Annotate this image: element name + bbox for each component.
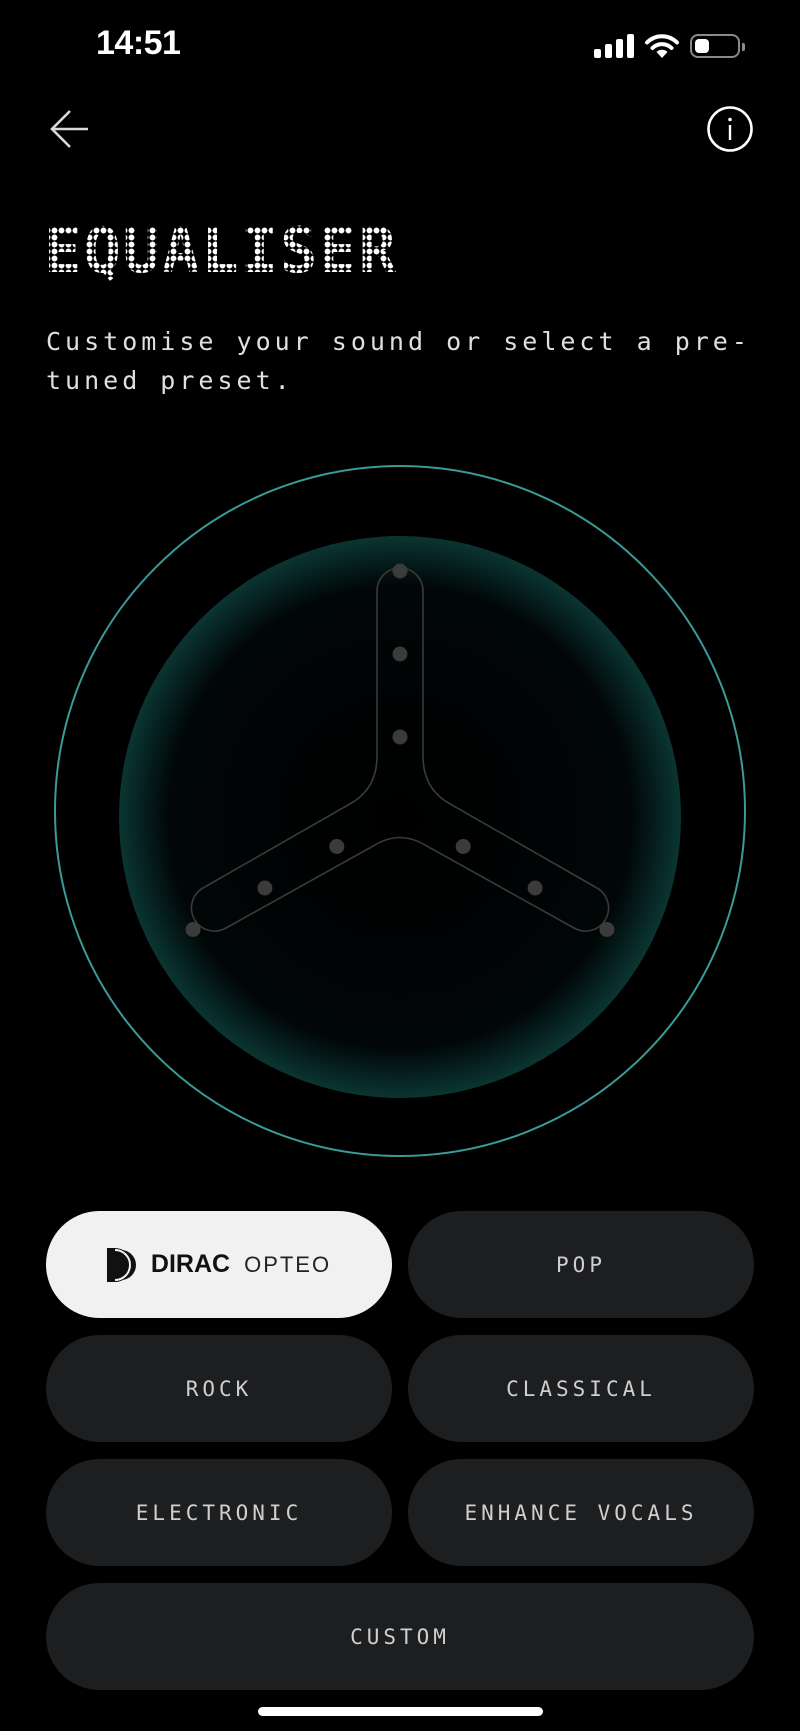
preset-dirac-opteo[interactable]: DIRAC OPTEO bbox=[46, 1211, 392, 1318]
cellular-signal-icon bbox=[594, 34, 634, 58]
dirac-brand: DIRAC bbox=[150, 1250, 231, 1278]
preset-label: ROCK bbox=[185, 1376, 253, 1401]
status-time: 14:51 bbox=[96, 24, 181, 62]
info-icon bbox=[707, 106, 753, 152]
eq-band-left-marker-2[interactable] bbox=[257, 880, 273, 896]
preset-classical[interactable]: CLASSICAL bbox=[408, 1335, 754, 1442]
eq-band-top-marker-2[interactable] bbox=[392, 646, 408, 662]
preset-custom[interactable]: CUSTOM bbox=[46, 1583, 754, 1690]
preset-label: CLASSICAL bbox=[506, 1376, 656, 1401]
preset-label: OPTEO bbox=[244, 1251, 332, 1277]
eq-band-top-marker-3[interactable] bbox=[392, 729, 408, 745]
info-button[interactable] bbox=[706, 105, 754, 153]
preset-enhance-vocals[interactable]: ENHANCE VOCALS bbox=[408, 1459, 754, 1566]
preset-pop[interactable]: POP bbox=[408, 1211, 754, 1318]
page-title: EQUALISER bbox=[44, 214, 398, 287]
preset-label: ENHANCE VOCALS bbox=[464, 1500, 698, 1525]
preset-label: POP bbox=[556, 1252, 606, 1277]
preset-label: CUSTOM bbox=[350, 1624, 450, 1649]
battery-level bbox=[695, 39, 709, 53]
home-indicator[interactable] bbox=[258, 1707, 543, 1716]
eq-band-top-marker-1[interactable] bbox=[392, 563, 408, 579]
status-icons bbox=[594, 33, 745, 59]
eq-band-right-marker-1[interactable] bbox=[599, 922, 615, 937]
dirac-logo-icon bbox=[106, 1247, 136, 1282]
battery-icon bbox=[690, 34, 745, 58]
preset-electronic[interactable]: ELECTRONIC bbox=[46, 1459, 392, 1566]
page-subtitle: Customise your sound or select a pre-tun… bbox=[46, 327, 751, 395]
preset-rock[interactable]: ROCK bbox=[46, 1335, 392, 1442]
eq-band-right-marker-2[interactable] bbox=[527, 880, 543, 896]
eq-band-left-marker-1[interactable] bbox=[185, 922, 201, 937]
arrow-left-icon bbox=[50, 110, 88, 148]
eq-band-left-marker-3[interactable] bbox=[329, 839, 345, 854]
back-button[interactable] bbox=[44, 105, 92, 153]
preset-label: ELECTRONIC bbox=[135, 1500, 303, 1525]
equaliser-control[interactable] bbox=[0, 460, 800, 1162]
wifi-icon bbox=[645, 34, 679, 58]
inner-glow-disk bbox=[119, 536, 681, 1098]
eq-band-right-marker-3[interactable] bbox=[455, 839, 471, 854]
